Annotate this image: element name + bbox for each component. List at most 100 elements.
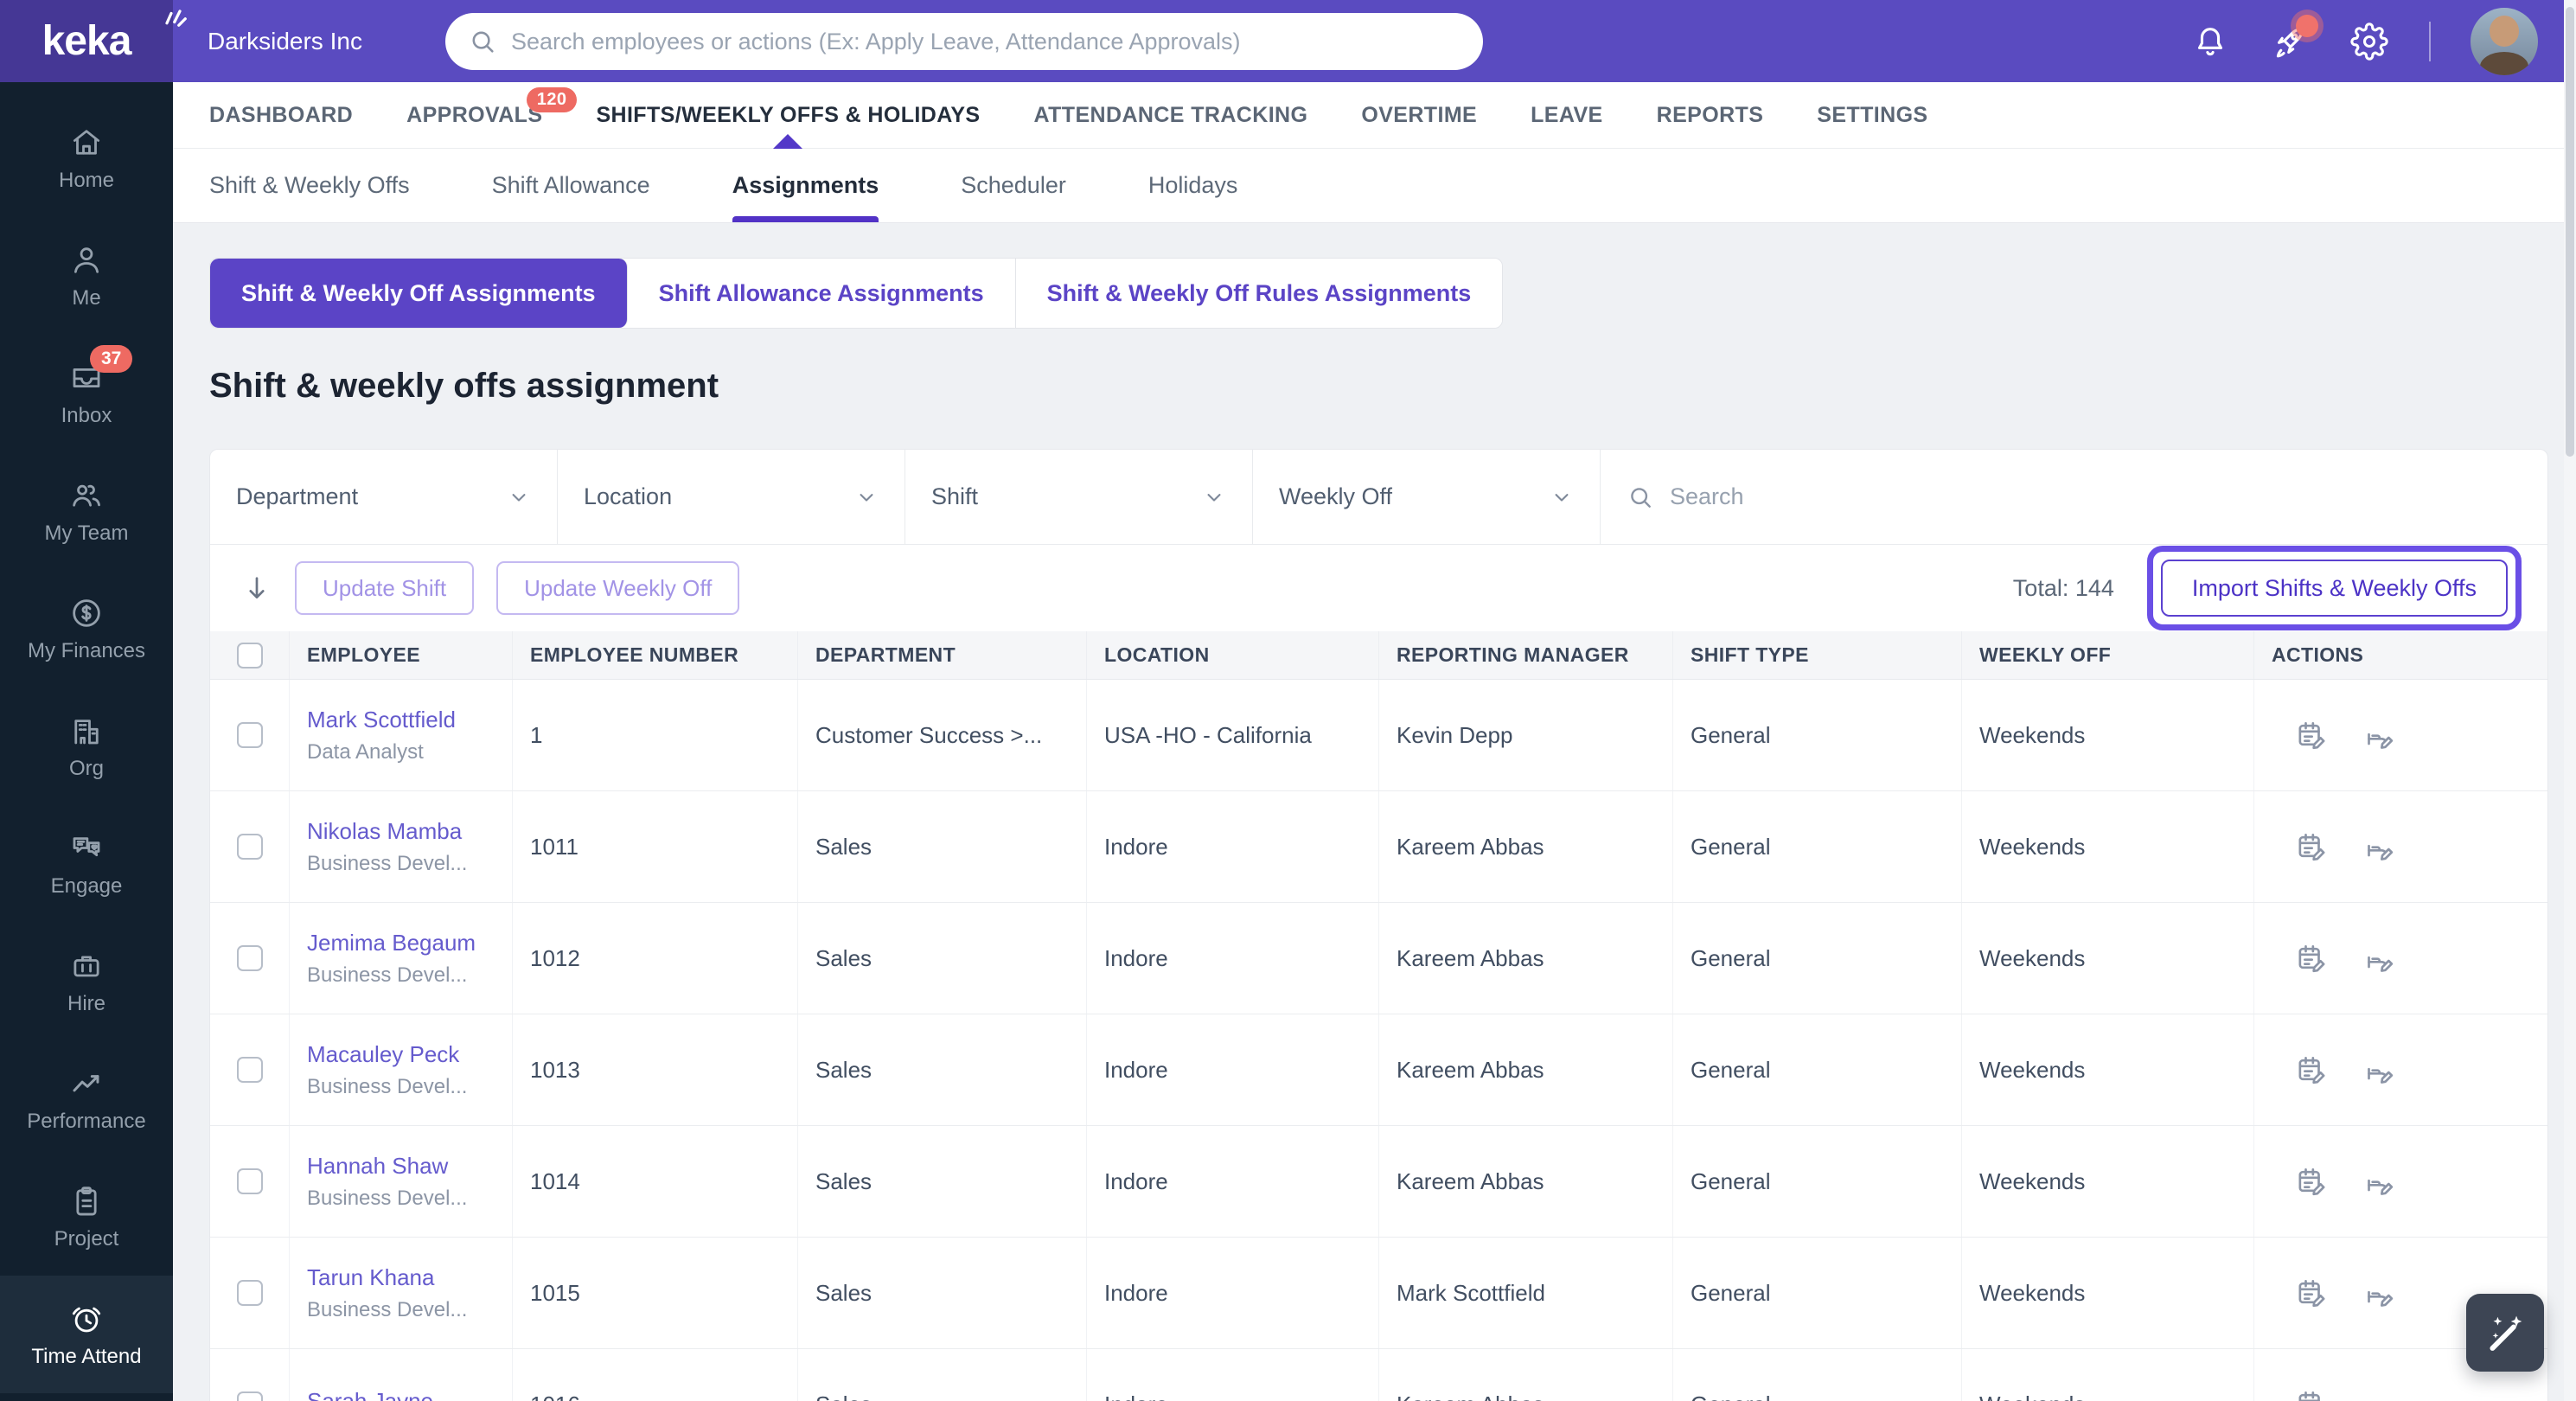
select-all-checkbox[interactable] xyxy=(237,643,263,669)
edit-shift-icon[interactable] xyxy=(2294,829,2330,864)
nav-tab-dashboard[interactable]: DASHBOARD xyxy=(209,82,353,148)
performance-icon xyxy=(68,1065,105,1102)
settings-gear-icon[interactable] xyxy=(2349,22,2389,61)
sidebar-item-my-finances[interactable]: My Finances xyxy=(0,570,173,688)
nav-tab-approvals[interactable]: APPROVALS 120 xyxy=(406,82,542,148)
update-shift-button[interactable]: Update Shift xyxy=(295,561,474,615)
edit-weekly-off-icon[interactable] xyxy=(2362,1052,2398,1087)
edit-weekly-off-icon[interactable] xyxy=(2362,1387,2398,1401)
edit-shift-icon[interactable] xyxy=(2294,1164,2330,1199)
scrollbar-thumb[interactable] xyxy=(2566,7,2574,457)
nav-tab-overtime[interactable]: OVERTIME xyxy=(1361,82,1477,148)
whats-new-rocket-icon[interactable] xyxy=(2270,22,2310,61)
user-avatar[interactable] xyxy=(2471,8,2538,75)
nav-tab-label: LEAVE xyxy=(1531,103,1603,128)
nav-tab-leave[interactable]: LEAVE xyxy=(1531,82,1603,148)
sidebar-item-my-team[interactable]: My Team xyxy=(0,452,173,570)
segment-shift-allowance-assignments[interactable]: Shift Allowance Assignments xyxy=(628,259,1016,328)
nav-tab-settings[interactable]: SETTINGS xyxy=(1817,82,1927,148)
table-row: Mark Scottfield Data Analyst 1 Customer … xyxy=(210,680,2547,791)
edit-shift-icon[interactable] xyxy=(2294,1052,2330,1087)
sidebar-item-label: Org xyxy=(69,758,104,780)
nav-tab-label: OVERTIME xyxy=(1361,103,1477,128)
cell-employee-number: 1011 xyxy=(513,791,798,902)
sub-tab-assignments[interactable]: Assignments xyxy=(732,149,879,222)
global-search[interactable] xyxy=(445,13,1483,70)
sidebar-item-me[interactable]: Me xyxy=(0,217,173,335)
edit-shift-icon[interactable] xyxy=(2294,1387,2330,1401)
edit-weekly-off-icon[interactable] xyxy=(2362,941,2398,976)
edit-weekly-off-icon[interactable] xyxy=(2362,1276,2398,1310)
sidebar-item-org[interactable]: Org xyxy=(0,688,173,805)
cell-department: Sales xyxy=(798,903,1087,1014)
edit-weekly-off-icon[interactable] xyxy=(2362,829,2398,864)
active-tab-indicator xyxy=(773,134,802,149)
global-search-input[interactable] xyxy=(511,29,1461,55)
sort-arrow-icon[interactable] xyxy=(241,573,272,604)
sub-tab-shift-allowance[interactable]: Shift Allowance xyxy=(492,149,650,222)
filter-dropdown-weekly-off[interactable]: Weekly Off xyxy=(1253,450,1601,544)
cell-employee-number: 1015 xyxy=(513,1238,798,1348)
sidebar-item-hire[interactable]: Hire xyxy=(0,923,173,1040)
row-checkbox[interactable] xyxy=(237,1391,263,1401)
page-title: Shift & weekly offs assignment xyxy=(209,367,2548,406)
magic-wand-button[interactable] xyxy=(2466,1294,2544,1372)
module-nav: DASHBOARD APPROVALS 120 SHIFTS/WEEKLY OF… xyxy=(173,82,2576,149)
filter-dropdown-location[interactable]: Location xyxy=(558,450,905,544)
table-search[interactable] xyxy=(1601,450,2547,544)
sidebar-item-inbox[interactable]: 37 Inbox xyxy=(0,335,173,452)
table-row: Nikolas Mamba Business Devel... 1011 Sal… xyxy=(210,791,2547,903)
row-checkbox[interactable] xyxy=(237,945,263,971)
keka-logo[interactable]: keka xyxy=(0,0,173,82)
edit-shift-icon[interactable] xyxy=(2294,941,2330,976)
employee-name-link[interactable]: Nikolas Mamba xyxy=(307,818,462,845)
sidebar-item-time-attend[interactable]: Time Attend xyxy=(0,1276,173,1393)
nav-tab-label: SHIFTS/WEEKLY OFFS & HOLIDAYS xyxy=(596,103,980,128)
edit-shift-icon[interactable] xyxy=(2294,1276,2330,1310)
nav-tab-reports[interactable]: REPORTS xyxy=(1657,82,1764,148)
import-shifts-button[interactable]: Import Shifts & Weekly Offs xyxy=(2161,560,2508,617)
employee-name-link[interactable]: Jemima Begaum xyxy=(307,930,476,956)
employee-name-link[interactable]: Mark Scottfield xyxy=(307,707,456,733)
cell-employee: Jemima Begaum Business Devel... xyxy=(290,903,513,1014)
project-icon xyxy=(68,1183,105,1219)
update-weekly-off-button[interactable]: Update Weekly Off xyxy=(496,561,739,615)
nav-tab-attendance-tracking[interactable]: ATTENDANCE TRACKING xyxy=(1034,82,1308,148)
filter-dropdown-department[interactable]: Department xyxy=(210,450,558,544)
row-checkbox[interactable] xyxy=(237,722,263,748)
sub-tab-shift-weekly-offs[interactable]: Shift & Weekly Offs xyxy=(209,149,410,222)
employee-name-link[interactable]: Hannah Shaw xyxy=(307,1153,448,1180)
sub-tab-holidays[interactable]: Holidays xyxy=(1148,149,1238,222)
cell-actions xyxy=(2254,680,2547,790)
row-checkbox[interactable] xyxy=(237,1057,263,1083)
row-checkbox[interactable] xyxy=(237,1280,263,1306)
sub-tab-scheduler[interactable]: Scheduler xyxy=(961,149,1066,222)
chevron-down-icon xyxy=(854,485,879,509)
approvals-count-badge: 120 xyxy=(527,87,578,112)
filter-dropdown-shift[interactable]: Shift xyxy=(905,450,1253,544)
row-checkbox[interactable] xyxy=(237,1168,263,1194)
rocket-notification-dot xyxy=(2296,15,2318,37)
cell-employee: Tarun Khana Business Devel... xyxy=(290,1238,513,1348)
segment-shift-weekly-off-rules-assignments[interactable]: Shift & Weekly Off Rules Assignments xyxy=(1016,259,1503,328)
sidebar-item-project[interactable]: Project xyxy=(0,1158,173,1276)
engage-icon xyxy=(68,830,105,867)
notifications-bell-icon[interactable] xyxy=(2190,22,2230,61)
employee-name-link[interactable]: Tarun Khana xyxy=(307,1264,434,1291)
column-header: EMPLOYEE NUMBER xyxy=(513,631,798,679)
row-checkbox[interactable] xyxy=(237,834,263,860)
segment-shift-weekly-off-assignments[interactable]: Shift & Weekly Off Assignments xyxy=(210,259,628,328)
column-header: REPORTING MANAGER xyxy=(1379,631,1673,679)
table-search-input[interactable] xyxy=(1670,483,2522,510)
sidebar-item-engage[interactable]: Engage xyxy=(0,805,173,923)
sidebar-item-home[interactable]: Home xyxy=(0,99,173,217)
edit-weekly-off-icon[interactable] xyxy=(2362,718,2398,752)
cell-reporting-manager: Kevin Depp xyxy=(1379,680,1673,790)
sidebar-item-performance[interactable]: Performance xyxy=(0,1040,173,1158)
company-name: Darksiders Inc xyxy=(208,0,362,82)
nav-tab-shifts-weekly-offs-holidays[interactable]: SHIFTS/WEEKLY OFFS & HOLIDAYS xyxy=(596,82,980,148)
employee-name-link[interactable]: Sarah Jayne xyxy=(307,1388,433,1401)
edit-weekly-off-icon[interactable] xyxy=(2362,1164,2398,1199)
edit-shift-icon[interactable] xyxy=(2294,718,2330,752)
employee-name-link[interactable]: Macauley Peck xyxy=(307,1041,459,1068)
